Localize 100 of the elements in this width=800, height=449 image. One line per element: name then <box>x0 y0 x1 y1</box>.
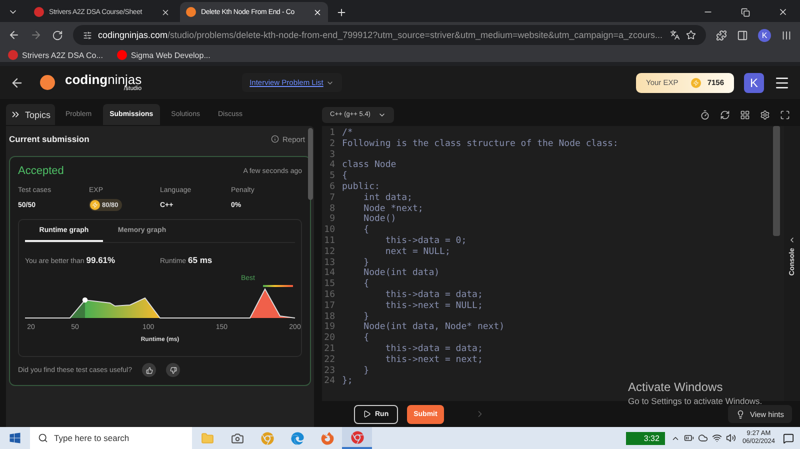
line-number: 15 <box>323 279 336 290</box>
thumbs-up-icon <box>146 366 153 374</box>
timer-icon[interactable] <box>700 110 710 120</box>
code-line: { <box>362 333 370 344</box>
code-line: Node(int data) <box>362 268 440 279</box>
coin-icon <box>691 78 702 88</box>
fullscreen-icon[interactable] <box>780 110 790 120</box>
line-number: 3 <box>328 150 336 160</box>
restore-icon[interactable] <box>741 8 750 17</box>
line-number: 13 <box>323 258 336 268</box>
line-number: 22 <box>323 354 336 366</box>
panel-title: Current submission <box>9 134 90 144</box>
line-number: 5 <box>328 171 336 182</box>
cloud-icon[interactable] <box>698 433 708 443</box>
code-line: Node *next; <box>362 204 424 214</box>
code-line: next = NULL; <box>384 246 450 258</box>
volume-icon[interactable] <box>726 433 736 443</box>
line-number: 4 <box>328 160 336 172</box>
line-number: 1 <box>328 128 336 139</box>
reload-icon[interactable] <box>52 30 63 40</box>
back-icon[interactable] <box>8 29 20 41</box>
code-line: this->next = NULL; <box>384 300 483 312</box>
taskbar-search-field[interactable]: Type here to search <box>30 427 192 449</box>
menu-icon[interactable] <box>774 74 790 90</box>
wifi-icon[interactable] <box>712 433 722 443</box>
scrollbar <box>308 128 313 200</box>
user-avatar[interactable]: K <box>744 72 764 92</box>
code-line: Node() <box>362 214 396 225</box>
chevrons-icon <box>10 109 21 120</box>
line-number: 2 <box>328 138 336 150</box>
extensions-icon[interactable] <box>716 30 727 40</box>
info-icon <box>271 135 280 143</box>
thumbs-down-icon <box>170 366 177 374</box>
code-line: } <box>362 366 370 376</box>
code-line: this->data = 0; <box>384 236 467 247</box>
settings-icon[interactable] <box>760 110 770 120</box>
favicon-icon <box>186 7 196 17</box>
line-number: 23 <box>323 366 336 376</box>
back-icon[interactable] <box>10 76 24 90</box>
code-line: } <box>362 258 370 268</box>
play-icon <box>363 410 371 418</box>
line-number: 24 <box>323 376 336 388</box>
line-number: 9 <box>328 214 336 225</box>
line-number: 16 <box>323 290 336 301</box>
chevron-left-icon <box>788 236 796 244</box>
layout-icon[interactable] <box>740 110 750 120</box>
coin-icon <box>90 200 100 210</box>
line-number: 12 <box>323 246 336 258</box>
code-line: }; <box>342 376 353 388</box>
reset-icon[interactable] <box>720 110 730 120</box>
translate-icon[interactable] <box>670 30 680 40</box>
code-line: { <box>342 171 348 182</box>
battery-icon[interactable] <box>684 433 694 443</box>
notifications-icon[interactable] <box>783 432 794 444</box>
code-line: Following is the class structure of the Node class: <box>342 138 618 150</box>
code-line: int data; <box>362 192 412 204</box>
code-line: class Node <box>342 160 396 171</box>
new-tab-icon[interactable] <box>336 7 347 18</box>
line-number: 10 <box>323 225 336 236</box>
battery-indicator: 3:32 <box>626 432 666 444</box>
browser-icon[interactable] <box>342 427 372 449</box>
line-number: 17 <box>323 300 336 312</box>
forward-icon[interactable] <box>30 29 42 41</box>
activation-title: Activate Windows <box>628 380 724 394</box>
code-line: } <box>362 312 370 322</box>
activation-message: Go to Settings to activate Windows. <box>628 396 762 406</box>
code-line: Node(int data, Node* next) <box>362 322 505 333</box>
code-line: { <box>362 279 370 290</box>
bookmark[interactable]: Sigma Web Develop... <box>116 50 210 60</box>
code-line: this->data = data; <box>384 344 483 355</box>
code-line: { <box>362 225 370 236</box>
search-icon <box>38 433 48 443</box>
close-icon[interactable] <box>161 8 170 16</box>
code-line: public: <box>342 182 380 193</box>
close-icon[interactable] <box>778 7 788 17</box>
thumbs-down-button[interactable] <box>166 363 180 377</box>
code-line: this->data = data; <box>384 290 483 301</box>
line-number: 14 <box>323 268 336 280</box>
code-line: /* <box>342 128 353 139</box>
line-number: 8 <box>328 204 336 214</box>
code-line: this->next = next; <box>384 354 483 366</box>
line-number: 6 <box>328 182 336 193</box>
profile-avatar[interactable]: K <box>758 28 771 42</box>
bookmark[interactable]: Strivers A2Z DSA Co... <box>8 50 103 60</box>
site-info-icon[interactable] <box>83 30 92 40</box>
line-number: 20 <box>323 333 336 344</box>
line-number: 7 <box>328 192 336 204</box>
side-panel-icon[interactable] <box>737 30 748 40</box>
line-number: 11 <box>323 236 336 247</box>
thumbs-up-button[interactable] <box>142 363 156 377</box>
menu-icon[interactable] <box>781 30 792 40</box>
topics-button[interactable]: Topics <box>6 104 55 125</box>
bookmark-star-icon[interactable] <box>686 30 696 40</box>
address-field[interactable]: codingninjas.com/studio/problems/delete-kth-node-from-end_799912?utm_source=striver&utm_medium=website&utm_campaign=a_zcours... <box>73 25 706 45</box>
logo-icon <box>40 75 55 90</box>
line-number: 21 <box>323 344 336 355</box>
lightbulb-icon <box>736 410 745 418</box>
line-number: 19 <box>323 322 336 333</box>
status-text: Accepted <box>18 165 64 177</box>
favicon-icon <box>34 7 44 17</box>
